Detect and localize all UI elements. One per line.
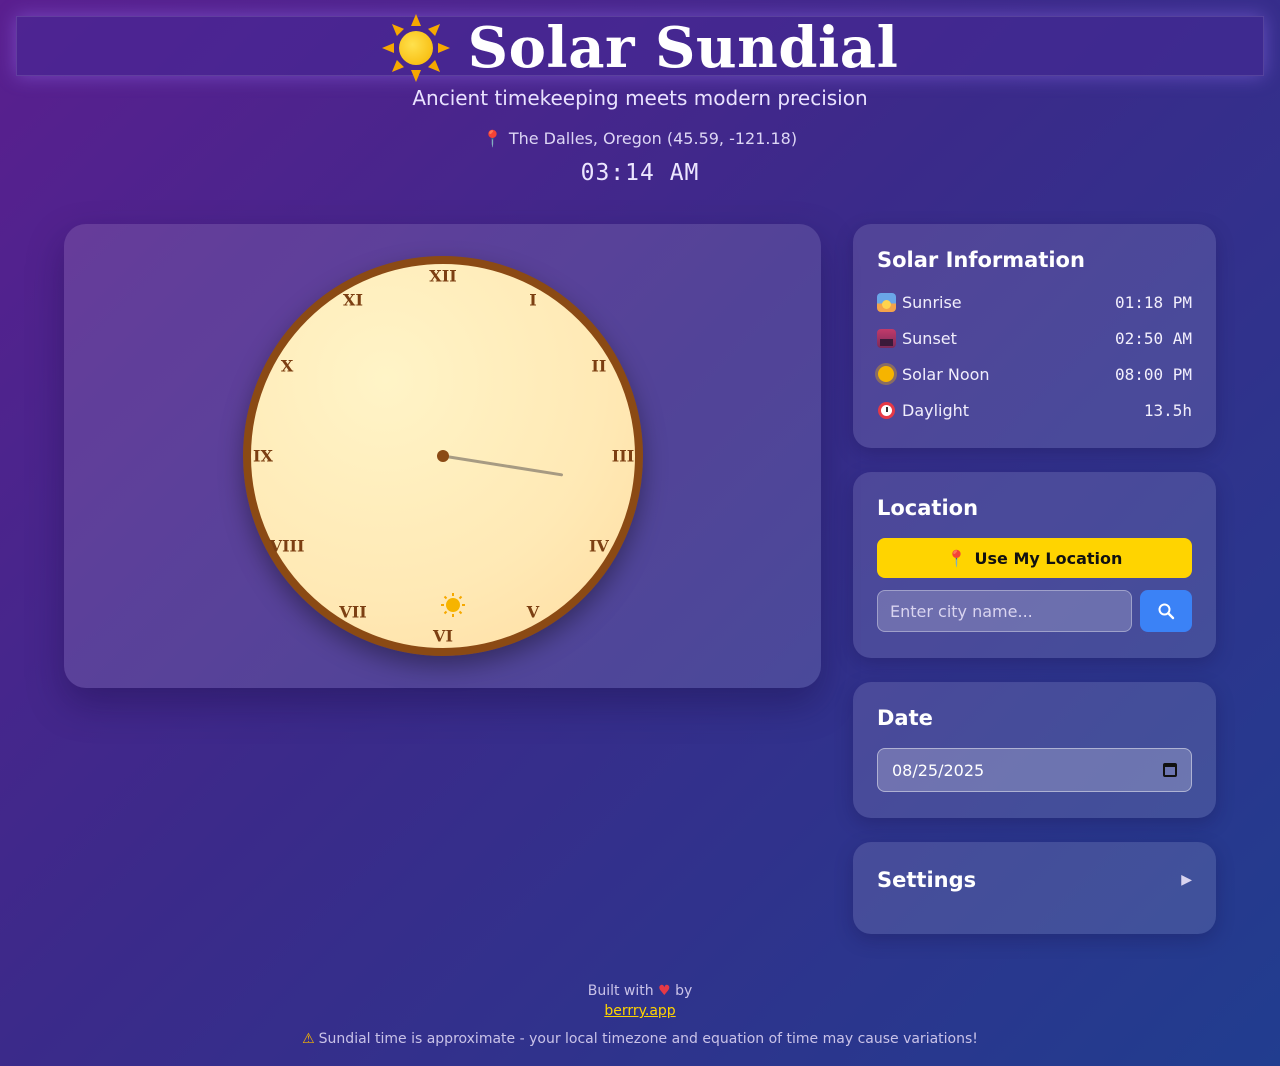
city-search-input[interactable] [877, 590, 1132, 632]
use-my-location-label: Use My Location [974, 548, 1123, 568]
hour-numeral-xi: XI [343, 291, 363, 310]
sun-logo-icon [382, 14, 450, 82]
sundial-panel: XII I II III IV V VI VII VIII IX X XI [64, 224, 821, 688]
hour-numeral-i: I [529, 291, 536, 310]
current-location: 📍 The Dalles, Oregon (45.59, -121.18) [0, 129, 1280, 148]
sunset-row: Sunset 02:50 AM [877, 320, 1192, 356]
gnomon-shadow [441, 454, 563, 477]
location-text: The Dalles, Oregon (45.59, -121.18) [508, 129, 798, 148]
hour-numeral-iii: III [612, 447, 634, 466]
hour-numeral-vi: VI [432, 627, 453, 646]
chevron-right-icon: ▶ [1181, 872, 1192, 888]
hour-numeral-viii: VIII [269, 537, 305, 556]
pin-icon: 📍 [946, 548, 967, 568]
solar-noon-label: Solar Noon [902, 364, 990, 384]
pin-icon: 📍 [482, 129, 503, 148]
gnomon-center [437, 450, 449, 462]
warning-icon: ⚠ [302, 1031, 315, 1047]
search-icon [1158, 603, 1175, 620]
date-picker-input[interactable]: 08/25/2025 [877, 748, 1192, 792]
footer-built-with: Built with [587, 983, 654, 999]
date-card: Date 08/25/2025 [853, 682, 1216, 818]
location-title: Location [877, 496, 979, 520]
footer-warning: ⚠ Sundial time is approximate - your loca… [0, 1031, 1280, 1047]
page-title: Solar Sundial [467, 15, 899, 81]
sun-marker-icon [441, 593, 465, 617]
daylight-row: Daylight 13.5h [877, 392, 1192, 428]
hour-numeral-x: X [281, 357, 294, 376]
settings-card[interactable]: Settings ▶ [853, 842, 1216, 934]
page-subtitle: Ancient timekeeping meets modern precisi… [412, 86, 868, 110]
hour-numeral-ii: II [591, 357, 606, 376]
location-card: Location 📍 Use My Location [853, 472, 1216, 658]
footer-by: by [675, 983, 693, 999]
sunset-value: 02:50 AM [1114, 328, 1192, 348]
footer-warning-text: Sundial time is approximate - your local… [318, 1031, 978, 1047]
sunset-label: Sunset [902, 328, 957, 348]
date-value: 08/25/2025 [892, 760, 985, 780]
sunrise-row: Sunrise 01:18 PM [877, 284, 1192, 320]
footer-link-wrap: berrry.app [0, 1003, 1280, 1019]
sundial-svg: XIIIIIIIIIVVVIVIIVIIIIXXXI [253, 267, 634, 646]
sundial-face: XII I II III IV V VI VII VIII IX X XI [243, 256, 643, 656]
hour-numeral-vii: VII [338, 602, 366, 621]
hour-numeral-v: V [526, 602, 540, 621]
calendar-icon[interactable] [1163, 763, 1177, 777]
solar-info-title: Solar Information [877, 248, 1085, 272]
daylight-label: Daylight [902, 400, 970, 420]
sun-icon [878, 366, 894, 382]
sunrise-value: 01:18 PM [1114, 292, 1192, 312]
digital-clock: 03:14 AM [580, 160, 700, 186]
heart-icon: ♥ [658, 983, 671, 999]
hour-numeral-ix: IX [253, 447, 273, 466]
hour-numeral-iv: IV [589, 537, 609, 556]
solar-noon-value: 08:00 PM [1114, 364, 1192, 384]
date-title: Date [877, 706, 933, 730]
city-search-button[interactable] [1140, 590, 1192, 632]
title-wrap: Solar Sundial [382, 14, 899, 82]
solar-noon-row: Solar Noon 08:00 PM [877, 356, 1192, 392]
footer-credit: Built with ♥ by [0, 983, 1280, 999]
city-search-row [877, 590, 1192, 632]
berrry-link[interactable]: berrry.app [604, 1003, 675, 1019]
settings-toggle[interactable]: Settings ▶ [877, 868, 1192, 892]
sunrise-icon [877, 292, 896, 312]
use-my-location-button[interactable]: 📍 Use My Location [877, 538, 1192, 578]
sunrise-label: Sunrise [902, 292, 962, 312]
solar-info-card: Solar Information Sunrise 01:18 PM Sunse… [853, 224, 1216, 448]
header-bar: Solar Sundial [16, 14, 1264, 82]
alarm-clock-icon [878, 401, 895, 419]
sunset-icon [877, 328, 896, 348]
daylight-value: 13.5h [1143, 400, 1192, 420]
settings-title: Settings [877, 868, 977, 892]
solar-info-rows: Sunrise 01:18 PM Sunset 02:50 AM Solar N… [877, 284, 1192, 428]
hour-numeral-xii: XII [429, 267, 456, 286]
